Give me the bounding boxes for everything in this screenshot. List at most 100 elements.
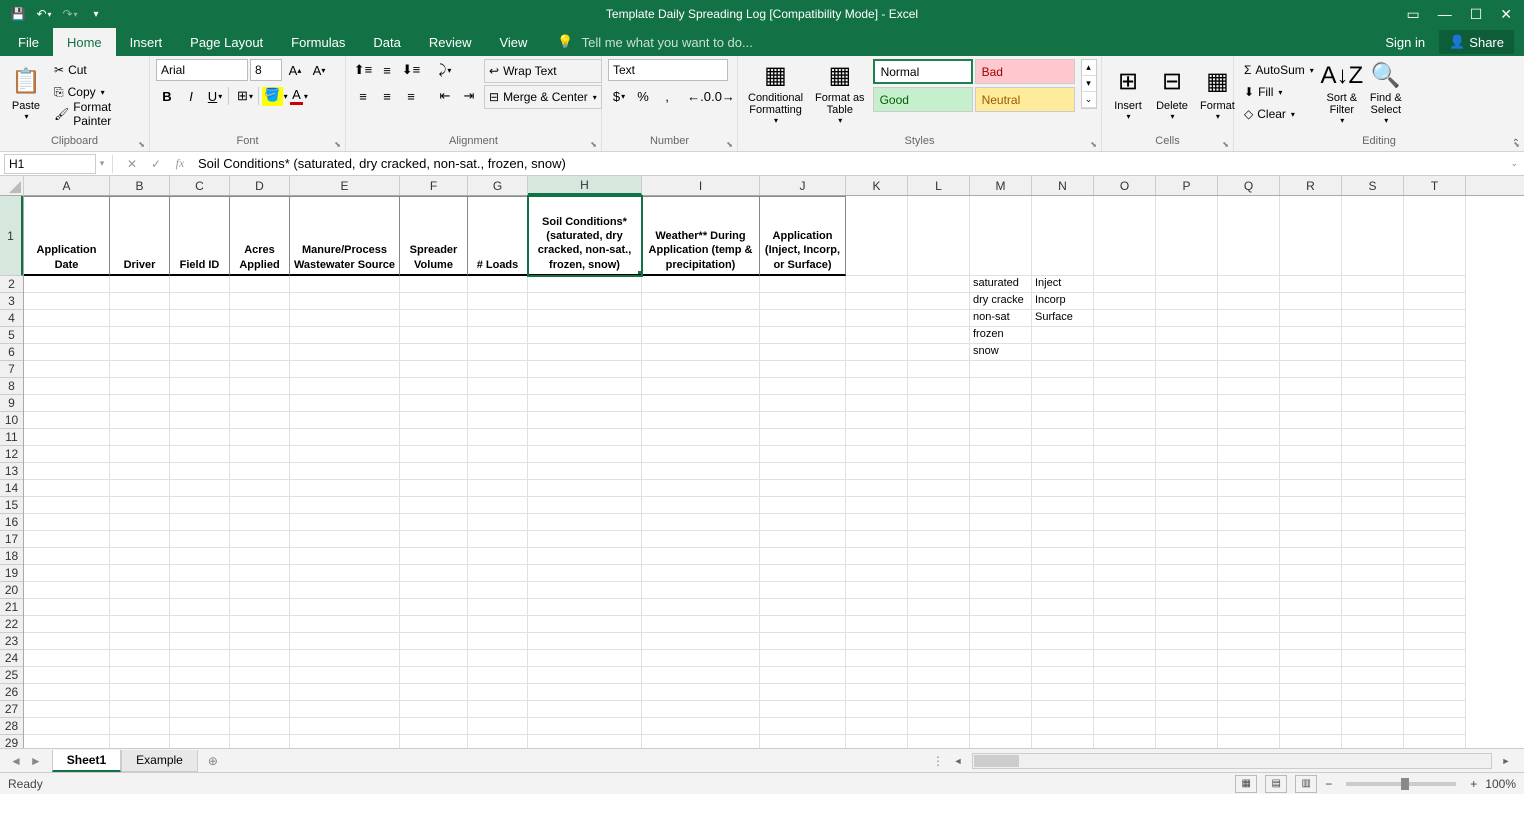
cell[interactable] bbox=[24, 684, 110, 701]
cell[interactable] bbox=[1156, 344, 1218, 361]
cell[interactable] bbox=[1342, 565, 1404, 582]
close-icon[interactable]: ✕ bbox=[1500, 6, 1512, 23]
cell[interactable] bbox=[230, 548, 290, 565]
cell[interactable] bbox=[1156, 378, 1218, 395]
cell[interactable] bbox=[1032, 684, 1094, 701]
row-header[interactable]: 25 bbox=[0, 667, 23, 684]
cut-button[interactable]: ✂Cut bbox=[50, 59, 143, 81]
cell[interactable] bbox=[760, 463, 846, 480]
cell[interactable] bbox=[1032, 514, 1094, 531]
cell[interactable] bbox=[1156, 582, 1218, 599]
cell[interactable] bbox=[970, 531, 1032, 548]
cell[interactable]: Weather** During Application (temp & pre… bbox=[642, 196, 760, 276]
cell[interactable] bbox=[908, 497, 970, 514]
align-middle-icon[interactable]: ≡ bbox=[376, 59, 398, 81]
underline-button[interactable]: U▾ bbox=[204, 85, 226, 107]
cell[interactable] bbox=[1280, 463, 1342, 480]
cell[interactable] bbox=[1280, 480, 1342, 497]
cell[interactable] bbox=[290, 327, 400, 344]
cell[interactable] bbox=[1280, 514, 1342, 531]
cell[interactable] bbox=[1218, 310, 1280, 327]
cell[interactable] bbox=[290, 718, 400, 735]
row-header[interactable]: 11 bbox=[0, 429, 23, 446]
cell[interactable] bbox=[1156, 684, 1218, 701]
row-header[interactable]: 18 bbox=[0, 548, 23, 565]
customize-qat-icon[interactable]: ▾ bbox=[86, 4, 106, 24]
cell[interactable] bbox=[1404, 327, 1466, 344]
cell[interactable] bbox=[1094, 667, 1156, 684]
cell[interactable] bbox=[908, 446, 970, 463]
cell[interactable] bbox=[468, 412, 528, 429]
cell[interactable] bbox=[400, 616, 468, 633]
cell[interactable] bbox=[170, 599, 230, 616]
cell[interactable] bbox=[970, 429, 1032, 446]
cell[interactable] bbox=[110, 344, 170, 361]
sheet-tab-sheet1[interactable]: Sheet1 bbox=[52, 750, 121, 772]
cell[interactable]: Inject bbox=[1032, 276, 1094, 293]
cell[interactable] bbox=[908, 361, 970, 378]
cell[interactable] bbox=[468, 718, 528, 735]
cell[interactable] bbox=[1280, 667, 1342, 684]
cell[interactable] bbox=[970, 582, 1032, 599]
cell[interactable] bbox=[528, 650, 642, 667]
cell[interactable] bbox=[400, 412, 468, 429]
insert-cells-button[interactable]: ⊞Insert▾ bbox=[1108, 59, 1148, 127]
tell-me-search[interactable]: 💡 Tell me what you want to do... bbox=[541, 28, 752, 56]
cell[interactable] bbox=[1032, 463, 1094, 480]
align-left-icon[interactable]: ≡ bbox=[352, 85, 374, 107]
tab-scroll-right-icon[interactable]: ► bbox=[30, 754, 42, 768]
cell[interactable] bbox=[170, 344, 230, 361]
cell[interactable] bbox=[1404, 378, 1466, 395]
cell[interactable] bbox=[970, 548, 1032, 565]
cell[interactable] bbox=[170, 650, 230, 667]
cell[interactable] bbox=[1280, 565, 1342, 582]
cell[interactable] bbox=[1404, 582, 1466, 599]
cell[interactable] bbox=[24, 650, 110, 667]
cell[interactable] bbox=[290, 650, 400, 667]
cell[interactable] bbox=[170, 735, 230, 748]
cell[interactable] bbox=[1156, 616, 1218, 633]
cell[interactable] bbox=[1094, 378, 1156, 395]
column-header[interactable]: K bbox=[846, 176, 908, 195]
row-header[interactable]: 20 bbox=[0, 582, 23, 599]
cell[interactable] bbox=[1404, 293, 1466, 310]
cell[interactable] bbox=[110, 463, 170, 480]
cell[interactable] bbox=[642, 412, 760, 429]
cell[interactable] bbox=[170, 667, 230, 684]
cell[interactable] bbox=[24, 582, 110, 599]
style-neutral[interactable]: Neutral bbox=[975, 87, 1075, 112]
cell[interactable] bbox=[230, 718, 290, 735]
cell[interactable] bbox=[908, 276, 970, 293]
cell[interactable] bbox=[110, 633, 170, 650]
cell[interactable] bbox=[1156, 463, 1218, 480]
increase-indent-icon[interactable]: ⇥ bbox=[458, 85, 480, 107]
cell[interactable] bbox=[760, 616, 846, 633]
cell[interactable] bbox=[24, 599, 110, 616]
cell[interactable] bbox=[110, 684, 170, 701]
cell[interactable] bbox=[1218, 514, 1280, 531]
row-header[interactable]: 14 bbox=[0, 480, 23, 497]
cell[interactable] bbox=[528, 429, 642, 446]
cell[interactable] bbox=[1032, 616, 1094, 633]
cell[interactable] bbox=[1342, 701, 1404, 718]
cell[interactable] bbox=[528, 718, 642, 735]
cell[interactable] bbox=[230, 599, 290, 616]
cell[interactable] bbox=[290, 531, 400, 548]
cell[interactable] bbox=[642, 395, 760, 412]
cell[interactable] bbox=[846, 633, 908, 650]
style-bad[interactable]: Bad bbox=[975, 59, 1075, 84]
cell[interactable] bbox=[24, 633, 110, 650]
cell[interactable] bbox=[1218, 196, 1280, 276]
zoom-level[interactable]: 100% bbox=[1485, 777, 1516, 791]
styles-scroll[interactable]: ▴▾⌄ bbox=[1081, 59, 1097, 109]
cell[interactable] bbox=[1156, 650, 1218, 667]
cell[interactable] bbox=[846, 196, 908, 276]
cell[interactable] bbox=[760, 395, 846, 412]
cell[interactable] bbox=[1280, 429, 1342, 446]
cell[interactable] bbox=[1342, 463, 1404, 480]
cell[interactable] bbox=[1404, 616, 1466, 633]
cell[interactable] bbox=[468, 531, 528, 548]
cell[interactable] bbox=[110, 548, 170, 565]
cell[interactable] bbox=[170, 276, 230, 293]
cell[interactable] bbox=[528, 548, 642, 565]
